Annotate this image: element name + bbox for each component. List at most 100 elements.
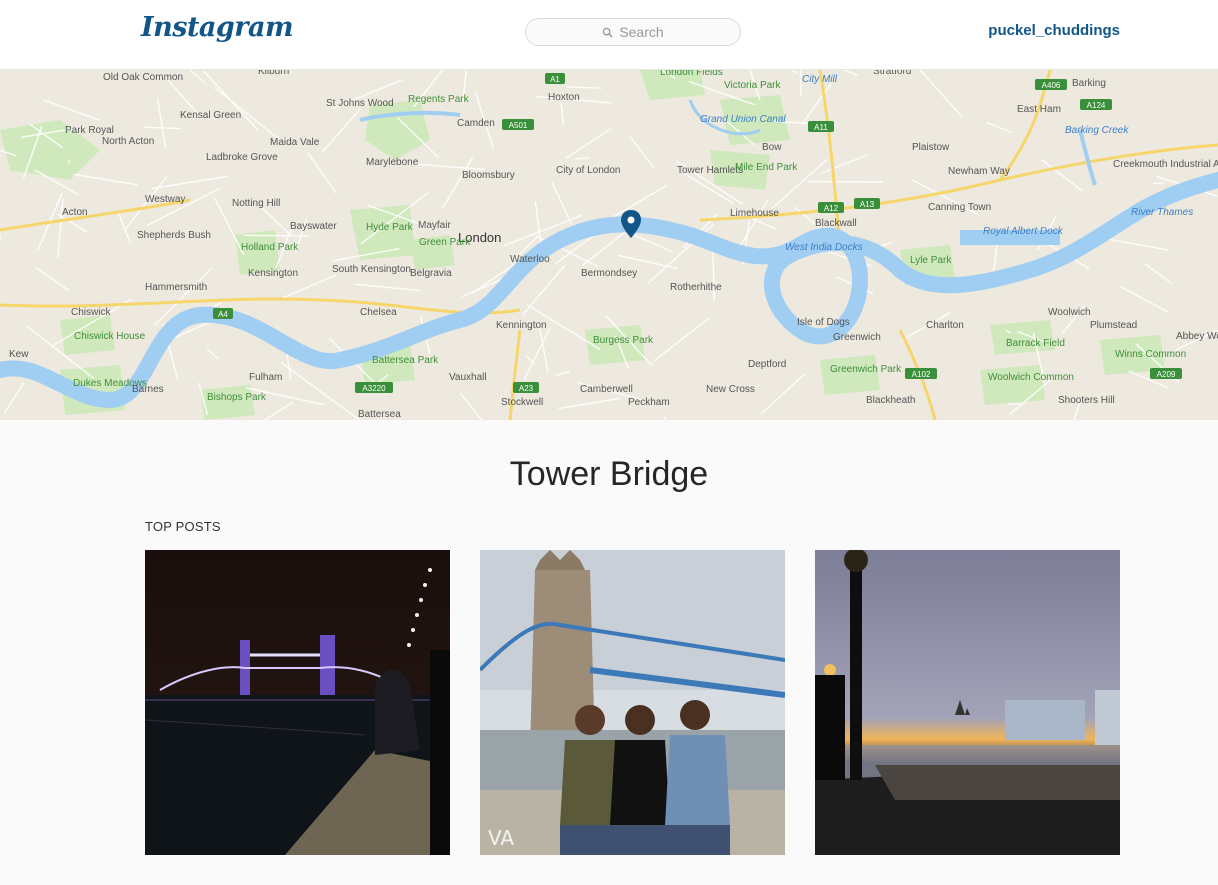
map-place-label: Newham Way xyxy=(948,166,1010,177)
map-place-label: Regents Park xyxy=(408,94,470,105)
map-place-label: Holland Park xyxy=(241,242,299,253)
map-place-label: Kensal Green xyxy=(180,110,241,121)
map-place-label: Battersea xyxy=(358,409,401,420)
map-place-label: Barking Creek xyxy=(1065,125,1129,136)
map-place-label: Marylebone xyxy=(366,157,419,168)
map-place-label: Hyde Park xyxy=(366,222,414,233)
map-place-label: Acton xyxy=(62,207,88,218)
map-place-label: Limehouse xyxy=(730,208,779,219)
map-place-label: Bloomsbury xyxy=(462,170,515,181)
map-place-label: Stockwell xyxy=(501,397,543,408)
map-place-label: Canning Town xyxy=(928,202,991,213)
instagram-logo[interactable]: Instagram xyxy=(141,12,294,43)
top-posts-label: TOP POSTS xyxy=(145,519,221,534)
road-badge-label: A23 xyxy=(519,384,534,393)
search-icon xyxy=(603,27,613,38)
map-place-label: Grand Union Canal xyxy=(700,114,786,125)
map-place-label: Hammersmith xyxy=(145,282,207,293)
map-place-label: Camden xyxy=(457,118,495,129)
map-place-label: Bishops Park xyxy=(207,392,267,403)
map-place-label: Barrack Field xyxy=(1006,338,1065,349)
map-place-label: City Mill xyxy=(802,74,838,85)
map-place-label: Greenwich Park xyxy=(830,364,902,375)
search-box[interactable]: Search xyxy=(525,18,741,46)
map-place-label: Stratford xyxy=(873,70,911,77)
map-place-label: Tower Hamlets xyxy=(677,165,743,176)
post-watermark: VA xyxy=(488,826,514,850)
map-place-label: Green Park xyxy=(419,237,471,248)
map-street xyxy=(1153,182,1164,185)
post-thumbnail-2[interactable]: VA xyxy=(480,550,785,855)
map-park xyxy=(820,355,880,395)
map-place-label: Deptford xyxy=(748,359,786,370)
road-badge-label: A501 xyxy=(509,121,528,130)
map-place-label: Barnes xyxy=(132,384,164,395)
top-nav-bar: Instagram Search puckel_chuddings xyxy=(0,0,1218,70)
post-thumbnail-3[interactable] xyxy=(815,550,1120,855)
map-place-label: River Thames xyxy=(1131,207,1193,218)
map-place-label: North Acton xyxy=(102,136,154,147)
road-badge-label: A12 xyxy=(824,204,839,213)
map-place-label: Charlton xyxy=(926,320,964,331)
location-title: Tower Bridge xyxy=(509,455,709,493)
map-place-label: Shepherds Bush xyxy=(137,230,211,241)
map-place-label: Chiswick House xyxy=(74,331,146,342)
location-map[interactable]: Old Oak Common Kilburn London Fields Victor… xyxy=(0,70,1218,420)
map-place-label: Bermondsey xyxy=(581,268,637,279)
map-place-label: Mayfair xyxy=(418,220,451,231)
post-thumbnail-1[interactable] xyxy=(145,550,450,855)
map-place-label: Kilburn xyxy=(258,70,289,77)
map-place-label: East Ham xyxy=(1017,104,1061,115)
map-place-label: Shooters Hill xyxy=(1058,395,1115,406)
map-place-label: Old Oak Common xyxy=(103,72,183,83)
map-place-label: Belgravia xyxy=(410,268,452,279)
road-badge-label: A1 xyxy=(550,75,560,84)
map-place-label: Abbey Wood xyxy=(1176,331,1218,342)
map-place-label: Waterloo xyxy=(510,254,550,265)
map-place-label: Royal Albert Dock xyxy=(983,226,1064,237)
map-place-label: Fulham xyxy=(249,372,282,383)
profile-username-link[interactable]: puckel_chuddings xyxy=(988,22,1120,39)
map-place-label: Bow xyxy=(762,142,782,153)
map-place-label: Barking xyxy=(1072,78,1106,89)
road-badge-label: A124 xyxy=(1087,101,1106,110)
map-place-label: Chiswick xyxy=(71,307,111,318)
map-place-label: New Cross xyxy=(706,384,755,395)
map-place-label: Plumstead xyxy=(1090,320,1137,331)
map-place-label: City of London xyxy=(556,165,621,176)
map-place-label: Burgess Park xyxy=(593,335,654,346)
map-place-label: Lyle Park xyxy=(910,255,952,266)
map-place-label: Woolwich xyxy=(1048,307,1091,318)
map-place-label: Victoria Park xyxy=(724,80,782,91)
map-place-label: St Johns Wood xyxy=(326,98,394,109)
road-badge-label: A209 xyxy=(1157,370,1176,379)
map-place-label: Blackheath xyxy=(866,395,915,406)
map-place-label: Park Royal xyxy=(65,125,114,136)
search-placeholder: Search xyxy=(619,24,664,40)
map-street xyxy=(67,159,70,164)
map-place-label: Maida Vale xyxy=(270,137,320,148)
map-place-label: Kensington xyxy=(248,268,298,279)
map-park xyxy=(980,365,1045,405)
map-place-label: Kennington xyxy=(496,320,547,331)
map-place-label: Mile End Park xyxy=(735,162,798,173)
map-place-label: Plaistow xyxy=(912,142,950,153)
road-badge-label: A3220 xyxy=(362,384,386,393)
road-badge-label: A4 xyxy=(218,310,228,319)
map-street xyxy=(243,234,309,237)
road-badge-label: A406 xyxy=(1042,81,1061,90)
map-place-label: Bayswater xyxy=(290,221,337,232)
map-place-label: South Kensington xyxy=(332,264,411,275)
map-place-label: Vauxhall xyxy=(449,372,487,383)
map-place-label: Chelsea xyxy=(360,307,397,318)
map-place-label: Camberwell xyxy=(580,384,633,395)
map-place-label: Battersea Park xyxy=(372,355,439,366)
map-place-label: Blackwall xyxy=(815,218,857,229)
map-place-label: Ladbroke Grove xyxy=(206,152,278,163)
map-place-label: Rotherhithe xyxy=(670,282,722,293)
road-badge-label: A102 xyxy=(912,370,931,379)
map-place-label: Greenwich xyxy=(833,332,881,343)
map-place-label: Woolwich Common xyxy=(988,372,1074,383)
map-place-label: London Fields xyxy=(660,70,723,78)
map-place-label: Creekmouth Industrial Area xyxy=(1113,159,1218,170)
